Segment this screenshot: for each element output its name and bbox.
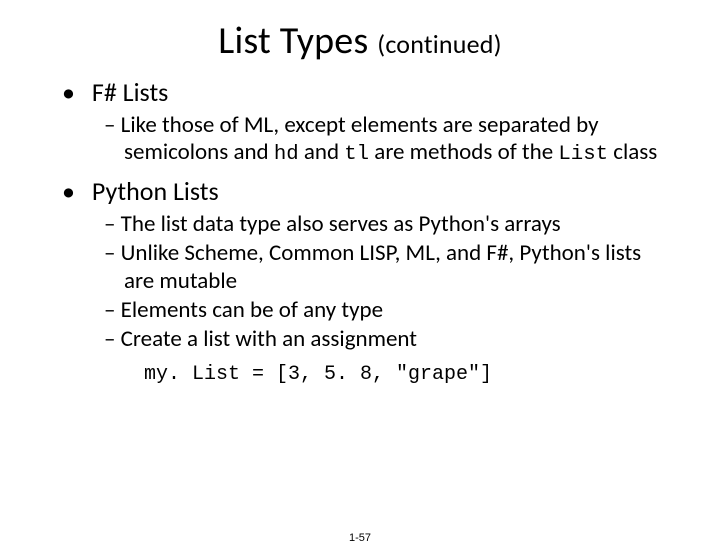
- title-sub: (continued): [377, 28, 501, 60]
- sub-item: Elements can be of any type: [104, 297, 672, 324]
- sub-list: Like those of ML, except elements are se…: [64, 112, 672, 168]
- title-main: List Types: [218, 18, 368, 64]
- bullet-label: Python Lists: [92, 175, 219, 207]
- slide-content: F# Lists Like those of ML, except elemen…: [0, 78, 720, 386]
- sub-item: The list data type also serves as Python…: [104, 211, 672, 238]
- slide-title: List Types (continued): [0, 18, 720, 64]
- bullet-item: F# Lists Like those of ML, except elemen…: [64, 78, 672, 167]
- bullet-item: Python Lists The list data type also ser…: [64, 177, 672, 353]
- sub-list: The list data type also serves as Python…: [64, 211, 672, 353]
- bullet-list: F# Lists Like those of ML, except elemen…: [64, 78, 672, 353]
- sub-item: Like those of ML, except elements are se…: [104, 112, 672, 168]
- sub-item: Create a list with an assignment: [104, 326, 672, 353]
- sub-item: Unlike Scheme, Common LISP, ML, and F#, …: [104, 240, 672, 294]
- slide-number: 1-57: [0, 532, 720, 544]
- bullet-label: F# Lists: [92, 76, 168, 108]
- code-example: my. List = [3, 5. 8, "grape"]: [144, 363, 672, 386]
